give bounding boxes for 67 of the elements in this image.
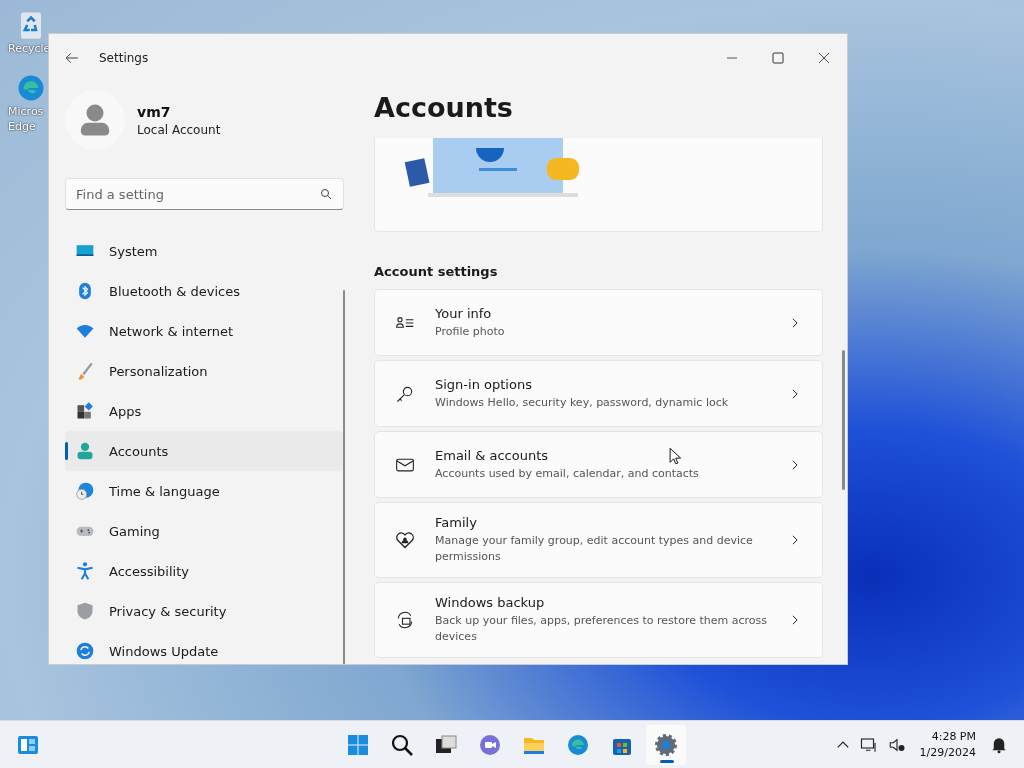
nav-item[interactable]: Network & internet — [65, 311, 343, 351]
nav-item[interactable]: Privacy & security — [65, 591, 343, 631]
search-icon — [390, 732, 414, 757]
shield-icon — [75, 601, 95, 621]
maximize-icon[interactable] — [772, 52, 784, 64]
card-title: Your info — [435, 305, 492, 321]
user-name: vm7 — [137, 103, 172, 120]
cursor-icon — [668, 446, 682, 466]
person-icon — [75, 441, 95, 461]
clock-date[interactable]: 1/29/2024 — [919, 744, 976, 761]
card-subtitle: Accounts used by email, calendar, and contacts — [435, 465, 699, 482]
nav-item[interactable]: Accessibility — [65, 551, 343, 591]
globe-clock-icon — [75, 481, 95, 501]
desktop-icon-label: Edge — [8, 120, 36, 133]
network-icon[interactable] — [859, 735, 878, 754]
settings-card[interactable]: Email & accounts Accounts used by email, calendar, and contacts — [374, 431, 823, 498]
settings-card[interactable]: Windows backup Back up your files, apps, preferences to restore them across devices — [374, 582, 823, 658]
heart-icon — [395, 530, 415, 550]
window-title: Settings — [99, 51, 149, 65]
card-subtitle: Profile photo — [435, 323, 505, 340]
card-subtitle: Manage your family group, edit account types and device permissions — [435, 533, 754, 565]
scrollbar[interactable] — [842, 350, 845, 490]
scrollbar[interactable] — [343, 290, 345, 664]
notification-bell-icon[interactable] — [990, 735, 1008, 754]
chevron-right-icon — [790, 316, 800, 329]
chevron-right-icon — [790, 387, 800, 400]
card-subtitle: Windows Hello, security key, password, dynamic lock — [435, 394, 729, 411]
card-title: Windows backup — [435, 595, 545, 610]
card-title: Family — [435, 515, 477, 530]
chevron-right-icon — [790, 458, 800, 471]
search-icon — [320, 188, 332, 200]
card-title: Email & accounts — [435, 447, 549, 463]
backup-icon — [395, 610, 415, 630]
chat-icon — [478, 732, 502, 757]
person-silhouette-icon — [78, 103, 112, 137]
card-subtitle: Back up your files, apps, preferences to restore them across devices — [435, 613, 768, 645]
close-icon[interactable] — [818, 52, 830, 64]
active-indicator — [660, 759, 674, 763]
chevron-right-icon — [790, 534, 800, 546]
sync-icon — [75, 641, 95, 661]
settings-card[interactable]: Family Manage your family group, edit account types and device permissions — [374, 502, 823, 578]
settings-card[interactable]: Sign-in options Windows Hello, security key, password, dynamic lock — [374, 360, 823, 427]
settings-card[interactable]: Your info Profile photo — [374, 289, 823, 356]
account-type: Local Account — [137, 122, 221, 137]
page-title: Accounts — [374, 92, 514, 125]
nav-item[interactable]: Time & language — [65, 471, 343, 511]
section-heading: Account settings — [374, 264, 499, 279]
nav-item[interactable]: Personalization — [65, 351, 343, 391]
desktop-icon-label: Recycle — [8, 42, 51, 55]
nav-item[interactable]: Apps — [65, 391, 343, 431]
back-icon[interactable] — [65, 51, 79, 65]
clock-time[interactable]: 4:28 PM — [919, 728, 976, 745]
chevron-right-icon — [790, 614, 800, 626]
edge-icon — [566, 732, 590, 757]
accessibility-icon — [75, 561, 95, 581]
selection-indicator — [65, 442, 68, 460]
nav-item[interactable]: Bluetooth & devices — [65, 271, 343, 311]
nav-item[interactable]: Gaming — [65, 511, 343, 551]
apps-icon — [75, 401, 95, 421]
card-title: Sign-in options — [435, 376, 532, 392]
desktop-icon-label: Micros — [8, 105, 44, 118]
nav-item[interactable]: System — [65, 231, 343, 271]
search-field[interactable]: Find a setting — [65, 178, 344, 210]
nav-item[interactable]: Windows Update — [65, 631, 343, 664]
nav-item[interactable]: Accounts — [65, 431, 343, 471]
gear-icon — [654, 732, 678, 757]
start-icon — [346, 732, 370, 757]
